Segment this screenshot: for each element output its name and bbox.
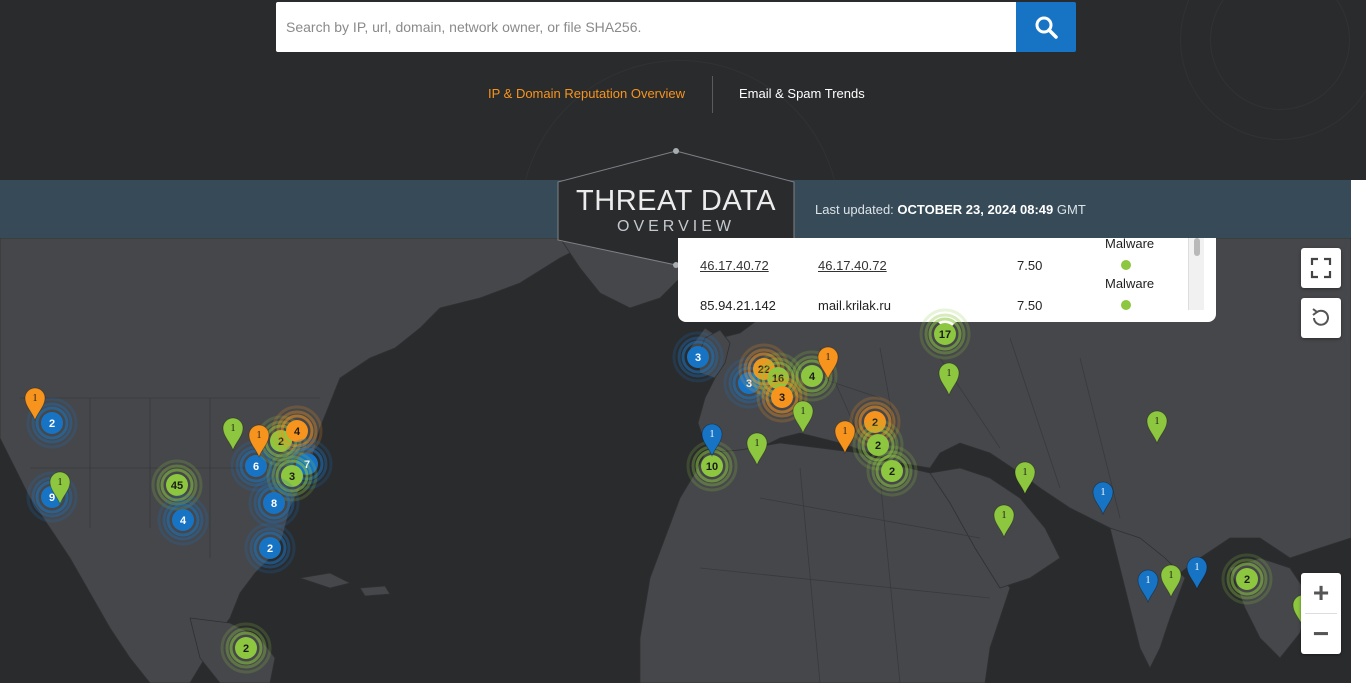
pin-count: 1 [1023,467,1028,478]
pin-count: 1 [826,352,831,363]
pin-count: 1 [843,426,848,437]
fullscreen-button[interactable] [1301,248,1341,288]
popup-scrollbar[interactable] [1188,238,1204,310]
cluster-count: 4 [809,371,816,383]
search-icon [1035,16,1058,39]
pin-count: 1 [1002,510,1007,521]
last-updated-label: Last updated: [815,202,894,217]
cluster-count: 6 [253,461,259,473]
cluster-count: 10 [706,461,718,473]
reset-rotate-icon [1312,308,1329,326]
tab-email-spam-trends[interactable]: Email & Spam Trends [739,86,865,101]
last-updated-value: OCTOBER 23, 2024 08:49 [897,202,1054,217]
popup-domain-link[interactable]: 46.17.40.72 [818,258,887,273]
pin-count: 1 [1169,570,1174,581]
search-bar [276,2,1076,52]
cluster-count: 17 [939,329,951,341]
pin-count: 1 [257,430,262,441]
badge-subtitle: OVERVIEW [617,218,735,235]
cluster-count: 4 [294,426,301,438]
pin-count: 1 [947,368,952,379]
popup-score: 7.50 [1017,298,1043,313]
zoom-in-button[interactable]: + [1301,573,1341,613]
last-updated-timezone: GMT [1056,202,1086,217]
cluster-count: 2 [889,466,895,478]
cluster-count: 8 [271,498,277,510]
pin-count: 1 [58,477,63,488]
pin-count: 1 [1146,575,1151,586]
cluster-count: 3 [695,352,701,364]
cluster-count: 2 [1244,574,1250,586]
pin-count: 1 [710,429,715,440]
pin-count: 1 [1155,416,1160,427]
popup-ip: 85.94.21.142 [700,298,776,313]
badge-title: THREAT DATA [576,185,776,217]
pin-count: 1 [33,393,38,404]
popup-ip-link[interactable]: 46.17.40.72 [700,258,769,273]
pin-count: 1 [755,438,760,449]
pin-count: 1 [1195,562,1200,573]
cluster-count: 4 [180,515,187,527]
cluster-count: 3 [289,471,295,483]
threat-type: Malware [1105,276,1155,291]
reset-view-button[interactable] [1301,298,1341,338]
status-dot [1121,300,1131,310]
cluster-count: 2 [267,543,273,555]
pin-count: 1 [801,406,806,417]
popup-scroll-thumb[interactable] [1194,238,1200,256]
fullscreen-icon [1310,257,1332,279]
cluster-count: 2 [49,418,55,430]
cluster-count: 2 [243,643,249,655]
tab-bar: IP & Domain Reputation Overview Email & … [0,76,1366,114]
zoom-out-button[interactable]: − [1301,614,1341,654]
popup-score: 7.50 [1017,258,1043,273]
page-scrollbar[interactable] [1351,180,1366,683]
popup-domain: mail.krilak.ru [818,298,891,313]
search-input[interactable] [276,2,1016,52]
pin-count: 1 [1101,487,1106,498]
status-dot [1121,260,1131,270]
threat-type: Malware [1105,238,1155,251]
tab-ip-domain-reputation[interactable]: IP & Domain Reputation Overview [488,86,685,101]
pin-count: 1 [231,423,236,434]
zoom-control: + − [1301,573,1341,654]
search-button[interactable] [1016,2,1076,52]
cluster-count: 45 [171,480,183,492]
last-updated: Last updated: OCTOBER 23, 2024 08:49 GMT [815,202,1086,217]
cluster-count: 3 [779,392,785,404]
tab-divider [712,76,713,113]
